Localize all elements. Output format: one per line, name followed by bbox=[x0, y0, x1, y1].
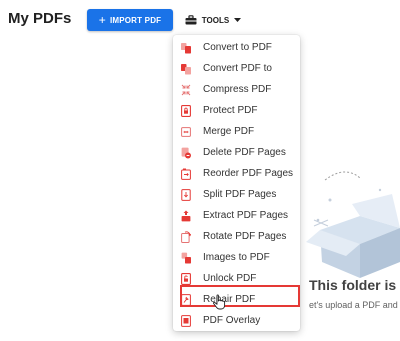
menu-item-images-to-pdf[interactable]: Images to PDF bbox=[173, 247, 300, 268]
menu-item-pdf-overlay[interactable]: PDF Overlay bbox=[173, 310, 300, 331]
menu-item-extract-pdf-pages[interactable]: Extract PDF Pages bbox=[173, 205, 300, 226]
compress-icon bbox=[181, 83, 191, 96]
merge-icon bbox=[181, 125, 191, 138]
split-pages-icon bbox=[181, 188, 191, 201]
menu-item-unlock-pdf[interactable]: Unlock PDF bbox=[173, 268, 300, 289]
overlay-icon bbox=[181, 314, 191, 327]
delete-pages-icon bbox=[181, 146, 191, 159]
menu-item-rotate-pdf-pages[interactable]: Rotate PDF Pages bbox=[173, 226, 300, 247]
extract-pages-icon bbox=[181, 209, 191, 222]
tools-dropdown-menu: Convert to PDF Convert PDF to Compress P… bbox=[173, 35, 300, 331]
import-pdf-button[interactable]: + IMPORT PDF bbox=[87, 9, 173, 31]
menu-item-compress-pdf[interactable]: Compress PDF bbox=[173, 79, 300, 100]
menu-item-convert-pdf-to[interactable]: Convert PDF to bbox=[173, 58, 300, 79]
rotate-pages-icon bbox=[181, 230, 191, 243]
repair-icon bbox=[181, 293, 191, 306]
empty-state-title: This folder is bbox=[309, 277, 397, 293]
toolbox-icon bbox=[185, 15, 197, 25]
images-to-pdf-icon bbox=[181, 251, 191, 264]
caret-down-icon bbox=[234, 18, 242, 22]
menu-item-merge-pdf[interactable]: Merge PDF bbox=[173, 121, 300, 142]
unlock-icon bbox=[181, 272, 191, 285]
menu-item-delete-pdf-pages[interactable]: Delete PDF Pages bbox=[173, 142, 300, 163]
hand-cursor-icon bbox=[212, 294, 226, 310]
convert-pdf-to-icon bbox=[181, 62, 191, 75]
reorder-pages-icon bbox=[181, 167, 191, 180]
plus-icon: + bbox=[98, 13, 106, 27]
menu-item-repair-pdf[interactable]: Repair PDF bbox=[173, 289, 300, 310]
menu-item-reorder-pdf-pages[interactable]: Reorder PDF Pages bbox=[173, 163, 300, 184]
tools-label: TOOLS bbox=[201, 15, 230, 25]
tools-button[interactable]: TOOLS bbox=[176, 9, 250, 31]
menu-item-convert-to-pdf[interactable]: Convert to PDF bbox=[173, 37, 300, 58]
convert-to-pdf-icon bbox=[181, 41, 191, 54]
empty-folder-illustration bbox=[300, 160, 400, 280]
menu-item-protect-pdf[interactable]: Protect PDF bbox=[173, 100, 300, 121]
page-title: My PDFs bbox=[8, 10, 72, 27]
protect-icon bbox=[181, 104, 191, 117]
empty-state-subtitle: et's upload a PDF and bbox=[309, 300, 398, 310]
menu-item-split-pdf-pages[interactable]: Split PDF Pages bbox=[173, 184, 300, 205]
import-pdf-label: IMPORT PDF bbox=[109, 15, 162, 25]
